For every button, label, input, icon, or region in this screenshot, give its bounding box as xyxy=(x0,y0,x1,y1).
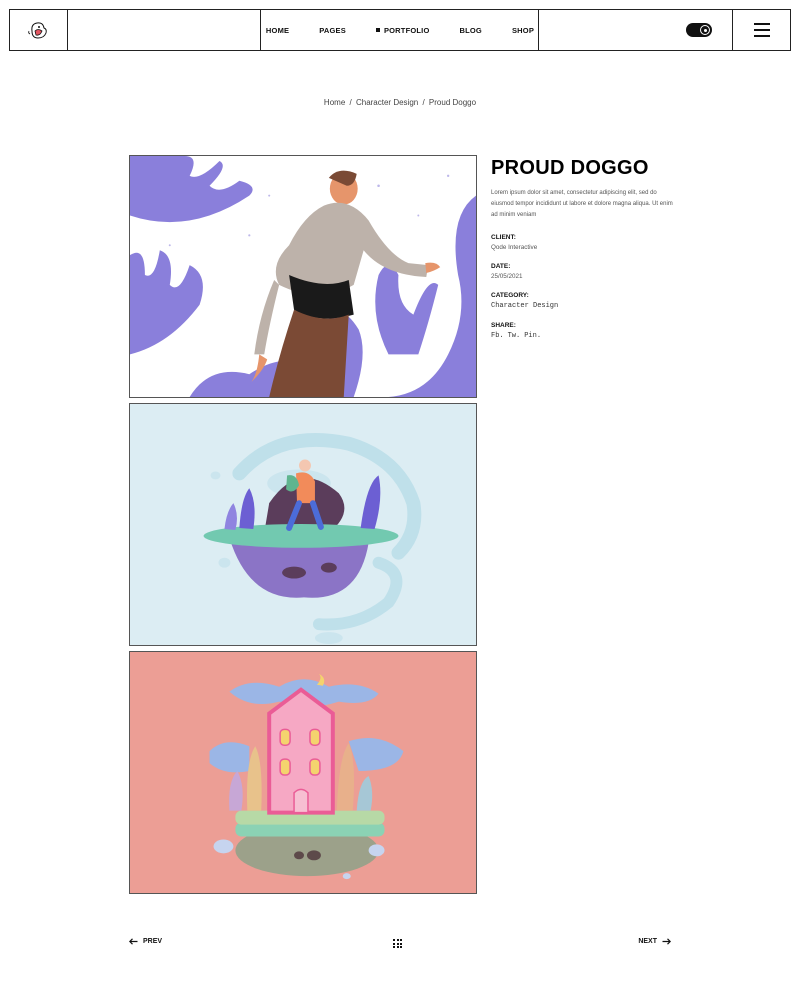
next-button[interactable]: NEXT xyxy=(638,938,671,945)
breadcrumb-home[interactable]: Home xyxy=(324,98,345,107)
logo-cell[interactable] xyxy=(10,10,68,50)
dog-logo-icon[interactable] xyxy=(26,19,50,41)
header-tools xyxy=(539,10,734,50)
date-value: 25/05/2021 xyxy=(491,273,523,281)
nav-pages-label[interactable]: PAGES xyxy=(319,26,346,35)
category-value[interactable]: Character Design xyxy=(491,302,681,310)
active-indicator-icon xyxy=(375,28,380,32)
project-description: Lorem ipsum dolor sit amet, consectetur … xyxy=(491,190,673,218)
share-facebook[interactable]: Fb. xyxy=(491,332,504,340)
share-links: Fb. Tw. Pin. xyxy=(491,332,681,340)
client-label: CLIENT: xyxy=(491,234,516,242)
nav-home-label[interactable]: HOME xyxy=(266,26,289,35)
project-image-2 xyxy=(129,403,477,646)
project-meta: CLIENT: Qode Interactive DATE: 25/05/202… xyxy=(491,234,681,340)
nav-shop-label[interactable]: SHOP xyxy=(512,26,534,35)
arrow-left-icon xyxy=(129,938,138,945)
nav-blog-label[interactable]: BLOG xyxy=(460,26,482,35)
main-nav: HOME PAGES PORTFOLIO BLOG SHOP xyxy=(261,10,540,50)
share-twitter[interactable]: Tw. xyxy=(508,332,521,340)
hamburger-icon[interactable] xyxy=(753,23,770,37)
nav-blog[interactable]: BLOG xyxy=(460,26,482,35)
prev-label[interactable]: PREV xyxy=(143,938,162,945)
breadcrumb-separator: / xyxy=(422,98,425,107)
share-pinterest[interactable]: Pin. xyxy=(524,332,541,340)
nav-portfolio-label[interactable]: PORTFOLIO xyxy=(384,26,430,35)
breadcrumb: Home / Character Design / Proud Doggo xyxy=(0,98,800,107)
breadcrumb-category[interactable]: Character Design xyxy=(356,98,418,107)
nav-home[interactable]: HOME xyxy=(266,26,289,35)
category-label: CATEGORY: xyxy=(491,292,529,300)
share-label: SHARE: xyxy=(491,322,516,330)
nav-portfolio[interactable]: PORTFOLIO xyxy=(375,26,430,35)
site-header: HOME PAGES PORTFOLIO BLOG SHOP xyxy=(9,9,791,51)
prev-button[interactable]: PREV xyxy=(129,938,162,945)
date-label: DATE: xyxy=(491,263,511,271)
project-title: PROUD DOGGO xyxy=(491,157,649,179)
theme-toggle[interactable] xyxy=(686,23,713,37)
client-value: Qode Interactive xyxy=(491,244,538,252)
header-spacer-left xyxy=(68,10,262,50)
project-info: PROUD DOGGO Lorem ipsum dolor sit amet, … xyxy=(491,155,681,340)
grid-icon[interactable] xyxy=(393,939,402,948)
project-image-3 xyxy=(129,651,477,894)
breadcrumb-current: Proud Doggo xyxy=(428,98,477,107)
project-image-1 xyxy=(129,155,477,398)
project-pager: PREV NEXT xyxy=(129,938,671,952)
eye-toggle-icon[interactable] xyxy=(700,25,711,35)
arrow-right-icon xyxy=(662,938,671,945)
breadcrumb-separator: / xyxy=(349,98,352,107)
menu-cell[interactable] xyxy=(733,10,790,50)
next-label[interactable]: NEXT xyxy=(638,938,657,945)
nav-pages[interactable]: PAGES xyxy=(319,26,346,35)
nav-shop[interactable]: SHOP xyxy=(512,26,534,35)
